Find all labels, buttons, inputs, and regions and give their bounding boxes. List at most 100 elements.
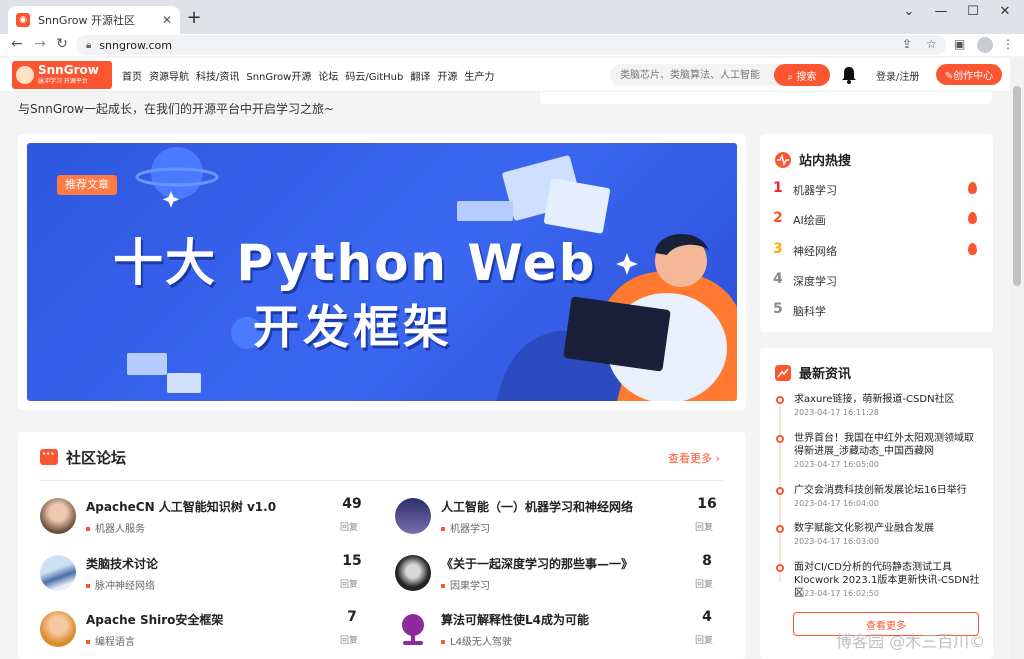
top-card-edge (540, 92, 992, 104)
forum-divider (40, 480, 724, 481)
more-menu-icon[interactable]: ⋮ (1002, 37, 1014, 51)
news-date: 2023-04-17 16:05:00 (794, 460, 879, 469)
hot-label[interactable]: AI绘画 (793, 212, 826, 228)
post-avatar (395, 555, 431, 591)
hot-label[interactable]: 深度学习 (793, 273, 837, 289)
notification-bell-icon[interactable] (840, 65, 858, 85)
post-reply-label: 回复 (340, 523, 359, 533)
latest-news-header: 最新资讯 (775, 363, 851, 382)
nav-item-translate[interactable]: 翻译 (410, 68, 430, 83)
url-text: snngrow.com (99, 38, 172, 52)
profile-avatar-icon[interactable] (977, 37, 993, 53)
hot-search-item[interactable]: 1 机器学习 (773, 180, 981, 198)
trend-chart-icon (775, 364, 791, 381)
minimize-button[interactable]: — (926, 4, 956, 19)
nav-item-productivity[interactable]: 生产力 (464, 68, 494, 83)
post-reply-label: 回复 (695, 580, 714, 590)
news-title[interactable]: 数字赋能文化影视产业融合发展 (794, 522, 980, 535)
lock-icon: 🔒︎ (86, 39, 92, 51)
tab-close-icon[interactable]: ✕ (162, 13, 172, 27)
nav-item-gitee-github[interactable]: 码云/GitHub (345, 68, 403, 83)
nav-item-forum[interactable]: 论坛 (318, 68, 338, 83)
close-window-button[interactable]: ✕ (990, 4, 1020, 19)
post-title[interactable]: 人工智能（一）机器学习和神经网络 (441, 498, 633, 515)
chat-bubble-icon (40, 447, 58, 465)
post-reply-label: 回复 (340, 636, 359, 646)
maximize-button[interactable]: ☐ (958, 4, 988, 19)
url-field[interactable]: 🔒︎ snngrow.com ⇪ ☆ (76, 35, 946, 55)
forum-see-more-link[interactable]: 查看更多 › (668, 450, 720, 466)
bookmark-star-icon[interactable]: ☆ (926, 37, 937, 51)
share-icon[interactable]: ⇪ (902, 37, 912, 51)
news-item[interactable]: 世界首台！我国在中红外太阳观测领域取得新进展_涉藏动态_中国西藏网 2023-0… (776, 432, 986, 474)
hot-label[interactable]: 神经网络 (793, 243, 837, 259)
forward-icon[interactable]: → (31, 36, 49, 52)
search-button[interactable]: ⌕ 搜索 (774, 64, 830, 86)
hot-label[interactable]: 机器学习 (793, 182, 837, 198)
browser-tab[interactable]: ◉ SnnGrow 开源社区 ✕ (8, 6, 180, 34)
creation-center-button[interactable]: ✎创作中心 (936, 64, 1002, 85)
hot-search-title: 站内热搜 (799, 154, 852, 169)
post-title[interactable]: 算法可解释性使L4成为可能 (441, 611, 589, 628)
forum-post[interactable]: 人工智能（一）机器学习和神经网络 机器学习 16 回复 (395, 496, 725, 542)
page-scrollbar[interactable] (1010, 58, 1024, 659)
logo-mascot-icon (16, 66, 34, 84)
post-title[interactable]: Apache Shiro安全框架 (86, 611, 223, 628)
forum-post[interactable]: 类脑技术讨论 脉冲神经网络 15 回复 (40, 553, 370, 599)
post-title[interactable]: 《关于一起深度学习的那些事—一》 (441, 555, 633, 572)
post-title[interactable]: ApacheCN 人工智能知识树 v1.0 (86, 498, 276, 515)
post-title[interactable]: 类脑技术讨论 (86, 555, 158, 572)
nav-item-tech-news[interactable]: 科技/资讯 (196, 68, 239, 83)
post-category[interactable]: 脉冲神经网络 (86, 577, 155, 592)
nav-item-snngrow-open[interactable]: SnnGrow开源 (246, 68, 311, 83)
nav-item-home[interactable]: 首页 (122, 68, 142, 83)
side-panel-icon[interactable]: ▣ (954, 37, 965, 51)
forum-title: 社区论坛 (66, 448, 127, 467)
news-title[interactable]: 广交会消费科技创新发展论坛16日举行 (794, 484, 980, 497)
banner-title-line1: 十大 Python Web (113, 234, 597, 292)
post-reply-count: 8 (702, 553, 712, 569)
forum-header: 社区论坛 (40, 447, 126, 467)
news-item[interactable]: 面对CI/CD分析的代码静态测试工具Klocwork 2023.1版本更新快讯-… (776, 561, 986, 603)
nav-item-opensource[interactable]: 开源 (437, 68, 457, 83)
news-item[interactable]: 广交会消费科技创新发展论坛16日举行 2023-04-17 16:04:00 (776, 484, 986, 514)
news-date: 2023-04-17 16:04:00 (794, 499, 879, 508)
news-title[interactable]: 求axure链接，萌新报道-CSDN社区 (794, 393, 980, 406)
post-category[interactable]: 编程语言 (86, 633, 135, 648)
news-title[interactable]: 世界首台！我国在中红外太阳观测领域取得新进展_涉藏动态_中国西藏网 (794, 432, 980, 458)
fire-icon (968, 182, 977, 194)
tab-search-icon[interactable]: ⌄ (894, 4, 924, 19)
timeline-dot (776, 525, 784, 533)
hot-label[interactable]: 脑科学 (793, 303, 826, 319)
forum-post[interactable]: ApacheCN 人工智能知识树 v1.0 机器人服务 49 回复 (40, 496, 370, 542)
news-date: 2023-04-17 16:11:28 (794, 408, 879, 417)
post-category[interactable]: 机器人服务 (86, 520, 145, 535)
news-item[interactable]: 数字赋能文化影视产业融合发展 2023-04-17 16:03:00 (776, 522, 986, 552)
search-input[interactable] (610, 64, 774, 86)
forum-post[interactable]: 算法可解释性使L4成为可能 L4级无人驾驶 4 回复 (395, 609, 725, 655)
new-tab-button[interactable]: + (184, 8, 204, 28)
post-category[interactable]: 因果学习 (441, 577, 490, 592)
hot-search-item[interactable]: 2 AI绘画 (773, 210, 981, 228)
post-reply-count: 7 (347, 609, 357, 625)
address-bar-row: ← → ↻ 🔒︎ snngrow.com ⇪ ☆ ▣ ⋮ (0, 34, 1024, 56)
banner-title-line2: 开发框架 (253, 300, 453, 354)
post-avatar (395, 498, 431, 534)
nav-item-resources[interactable]: 资源导航 (149, 68, 189, 83)
site-logo[interactable]: SnnGrow 脉冲学习 开源平台 (12, 61, 112, 89)
hot-search-item[interactable]: 5 脑科学 (773, 301, 981, 319)
hot-search-item[interactable]: 3 神经网络 (773, 241, 981, 259)
post-category[interactable]: 机器学习 (441, 520, 490, 535)
back-icon[interactable]: ← (8, 36, 26, 52)
site-header: SnnGrow 脉冲学习 开源平台 首页 资源导航 科技/资讯 SnnGrow开… (0, 58, 1010, 92)
news-item[interactable]: 求axure链接，萌新报道-CSDN社区 2023-04-17 16:11:28 (776, 393, 986, 423)
forum-post[interactable]: 《关于一起深度学习的那些事—一》 因果学习 8 回复 (395, 553, 725, 599)
welcome-text: 与SnnGrow一起成长，在我们的开源平台中开启学习之旅~ (18, 102, 335, 116)
login-register-link[interactable]: 登录/注册 (876, 68, 919, 83)
featured-banner[interactable]: 推荐文章 十大 Python Web 开发框架 (27, 143, 737, 401)
scrollbar-thumb[interactable] (1013, 86, 1021, 286)
forum-post[interactable]: Apache Shiro安全框架 编程语言 7 回复 (40, 609, 370, 655)
reload-icon[interactable]: ↻ (53, 36, 71, 52)
hot-search-item[interactable]: 4 深度学习 (773, 271, 981, 289)
post-category[interactable]: L4级无人驾驶 (441, 633, 512, 648)
